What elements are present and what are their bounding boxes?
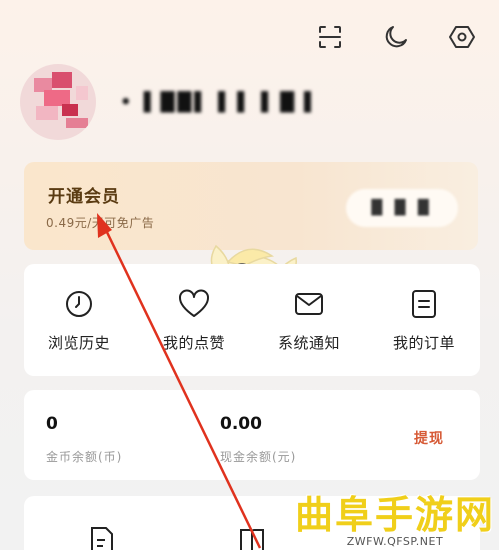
cash-balance-value: 0.00 [220, 414, 262, 434]
settings-icon[interactable] [447, 22, 477, 52]
menu-label: 我的点赞 [162, 334, 225, 352]
scan-icon[interactable] [315, 22, 345, 52]
menu-item-orders[interactable]: 我的订单 [369, 286, 479, 353]
clock-icon [24, 286, 134, 322]
menu-item-history[interactable]: 浏览历史 [24, 286, 134, 353]
coin-balance-value: 0 [46, 414, 58, 434]
menu-label: 我的订单 [392, 334, 455, 352]
quick-menu-card: 浏览历史 我的点赞 系统通知 我的订单 [24, 264, 480, 376]
cash-balance-label: 现金余额(元) [220, 450, 297, 464]
heart-icon [139, 286, 249, 322]
wallet-card: 0 金币余额(币) 0.00 现金余额(元) 提现 [24, 390, 480, 480]
order-icon [369, 286, 479, 322]
menu-item-notifications[interactable]: 系统通知 [254, 286, 364, 353]
menu-label: 浏览历史 [47, 334, 110, 352]
coin-balance-label: 金币余额(币) [46, 450, 123, 464]
note-icon[interactable] [88, 526, 114, 550]
watermark: 曲阜手游网 ZWFW.QFSP.NET [295, 484, 495, 548]
moon-icon[interactable] [381, 22, 411, 52]
watermark-main: 曲阜手游网 [294, 492, 495, 537]
profile-header[interactable]: • ▌██▌▐ ▌▐ █▐ [20, 64, 314, 140]
menu-label: 系统通知 [277, 334, 340, 352]
vip-title: 开通会员 [48, 187, 120, 207]
withdraw-button[interactable]: 提现 [414, 428, 444, 448]
vip-open-button[interactable]: █ █ █ [346, 189, 458, 227]
vip-subtitle: 0.49元/天可免广告 [46, 216, 155, 230]
avatar[interactable] [20, 64, 96, 140]
username: • ▌██▌▐ ▌▐ █▐ [120, 91, 314, 113]
mail-icon [254, 286, 364, 322]
top-toolbar [315, 22, 477, 52]
menu-item-likes[interactable]: 我的点赞 [139, 286, 249, 353]
book-icon[interactable] [238, 526, 266, 550]
